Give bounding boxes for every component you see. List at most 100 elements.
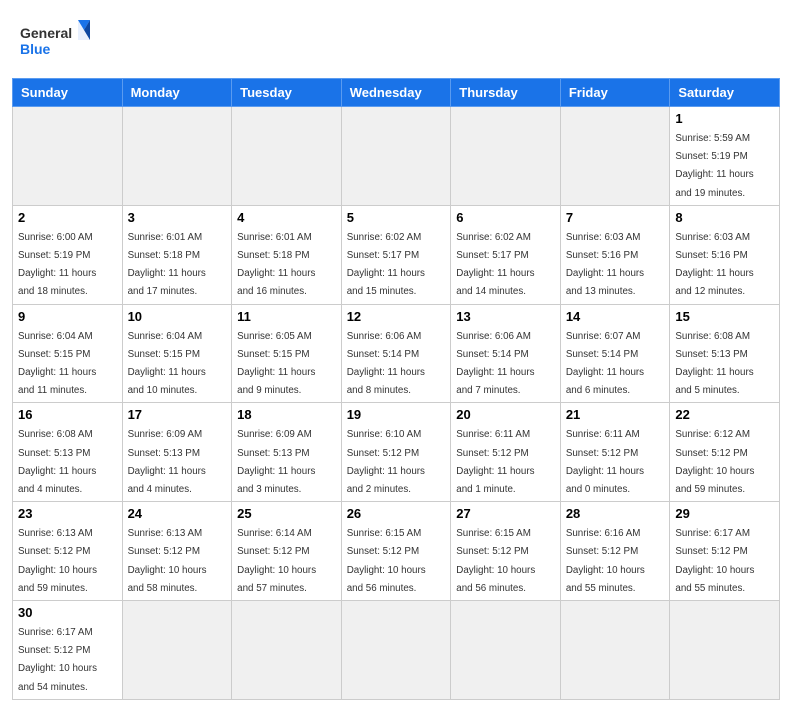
day-info: Sunrise: 6:13 AM Sunset: 5:12 PM Dayligh…: [128, 528, 207, 594]
weekday-header-monday: Monday: [122, 79, 232, 107]
day-number: 14: [566, 309, 665, 324]
day-cell: 16Sunrise: 6:08 AM Sunset: 5:13 PM Dayli…: [13, 403, 123, 502]
calendar-table: SundayMondayTuesdayWednesdayThursdayFrid…: [12, 78, 780, 700]
day-number: 10: [128, 309, 227, 324]
day-cell: 13 Sunrise: 6:06 AM Sunset: 5:14 PM Dayli…: [451, 304, 561, 403]
day-info: Sunrise: 5:59 AM Sunset: 5:19 PM Dayligh…: [675, 133, 753, 199]
week-row-3: 16Sunrise: 6:08 AM Sunset: 5:13 PM Dayli…: [13, 403, 780, 502]
day-number: 22: [675, 407, 774, 422]
day-number: 3: [128, 210, 227, 225]
day-cell: [122, 601, 232, 700]
week-row-2: 9 Sunrise: 6:04 AM Sunset: 5:15 PM Daylig…: [13, 304, 780, 403]
day-number: 9: [18, 309, 117, 324]
day-number: 7: [566, 210, 665, 225]
day-number: 21: [566, 407, 665, 422]
day-info: Sunrise: 6:08 AM Sunset: 5:13 PM Dayligh…: [675, 331, 753, 397]
day-info: Sunrise: 6:09 AM Sunset: 5:13 PM Dayligh…: [237, 429, 315, 495]
day-number: 5: [347, 210, 446, 225]
day-cell: 5 Sunrise: 6:02 AM Sunset: 5:17 PM Daylig…: [341, 205, 451, 304]
day-cell: 10Sunrise: 6:04 AM Sunset: 5:15 PM Dayli…: [122, 304, 232, 403]
day-cell: [232, 107, 342, 206]
logo-svg: General Blue: [20, 18, 90, 68]
day-number: 2: [18, 210, 117, 225]
day-cell: [341, 601, 451, 700]
day-number: 30: [18, 605, 117, 620]
day-cell: 23Sunrise: 6:13 AM Sunset: 5:12 PM Dayli…: [13, 502, 123, 601]
day-cell: 25 Sunrise: 6:14 AM Sunset: 5:12 PM Dayli…: [232, 502, 342, 601]
day-number: 6: [456, 210, 555, 225]
day-number: 1: [675, 111, 774, 126]
day-cell: 21 Sunrise: 6:11 AM Sunset: 5:12 PM Dayli…: [560, 403, 670, 502]
day-number: 8: [675, 210, 774, 225]
day-info: Sunrise: 6:03 AM Sunset: 5:16 PM Dayligh…: [566, 232, 644, 298]
day-cell: [341, 107, 451, 206]
day-cell: 15Sunrise: 6:08 AM Sunset: 5:13 PM Dayli…: [670, 304, 780, 403]
day-info: Sunrise: 6:04 AM Sunset: 5:15 PM Dayligh…: [18, 331, 96, 397]
day-info: Sunrise: 6:17 AM Sunset: 5:12 PM Dayligh…: [18, 627, 97, 693]
day-cell: 27Sunrise: 6:15 AM Sunset: 5:12 PM Dayli…: [451, 502, 561, 601]
day-cell: 19Sunrise: 6:10 AM Sunset: 5:12 PM Dayli…: [341, 403, 451, 502]
day-info: Sunrise: 6:01 AM Sunset: 5:18 PM Dayligh…: [128, 232, 206, 298]
calendar-wrapper: SundayMondayTuesdayWednesdayThursdayFrid…: [0, 78, 792, 712]
day-cell: 2 Sunrise: 6:00 AM Sunset: 5:19 PM Daylig…: [13, 205, 123, 304]
day-cell: [232, 601, 342, 700]
day-cell: 18 Sunrise: 6:09 AM Sunset: 5:13 PM Dayli…: [232, 403, 342, 502]
page: General Blue SundayMondayTuesdayWednesda…: [0, 0, 792, 712]
day-cell: 28Sunrise: 6:16 AM Sunset: 5:12 PM Dayli…: [560, 502, 670, 601]
weekday-header-tuesday: Tuesday: [232, 79, 342, 107]
day-cell: 11Sunrise: 6:05 AM Sunset: 5:15 PM Dayli…: [232, 304, 342, 403]
day-number: 23: [18, 506, 117, 521]
day-info: Sunrise: 6:00 AM Sunset: 5:19 PM Dayligh…: [18, 232, 96, 298]
svg-text:General: General: [20, 25, 72, 41]
day-number: 13: [456, 309, 555, 324]
day-number: 19: [347, 407, 446, 422]
weekday-header-row: SundayMondayTuesdayWednesdayThursdayFrid…: [13, 79, 780, 107]
day-cell: 24 Sunrise: 6:13 AM Sunset: 5:12 PM Dayli…: [122, 502, 232, 601]
day-info: Sunrise: 6:02 AM Sunset: 5:17 PM Dayligh…: [456, 232, 534, 298]
day-number: 18: [237, 407, 336, 422]
day-cell: 14 Sunrise: 6:07 AM Sunset: 5:14 PM Dayli…: [560, 304, 670, 403]
day-number: 28: [566, 506, 665, 521]
day-info: Sunrise: 6:11 AM Sunset: 5:12 PM Dayligh…: [566, 429, 644, 495]
day-info: Sunrise: 6:06 AM Sunset: 5:14 PM Dayligh…: [456, 331, 534, 397]
day-info: Sunrise: 6:05 AM Sunset: 5:15 PM Dayligh…: [237, 331, 315, 397]
day-info: Sunrise: 6:17 AM Sunset: 5:12 PM Dayligh…: [675, 528, 754, 594]
weekday-header-friday: Friday: [560, 79, 670, 107]
day-number: 20: [456, 407, 555, 422]
day-cell: 7 Sunrise: 6:03 AM Sunset: 5:16 PM Daylig…: [560, 205, 670, 304]
day-info: Sunrise: 6:11 AM Sunset: 5:12 PM Dayligh…: [456, 429, 534, 495]
header: General Blue: [0, 0, 792, 78]
day-cell: 29Sunrise: 6:17 AM Sunset: 5:12 PM Dayli…: [670, 502, 780, 601]
weekday-header-saturday: Saturday: [670, 79, 780, 107]
day-cell: 30 Sunrise: 6:17 AM Sunset: 5:12 PM Dayli…: [13, 601, 123, 700]
day-number: 24: [128, 506, 227, 521]
day-cell: [670, 601, 780, 700]
weekday-header-wednesday: Wednesday: [341, 79, 451, 107]
day-info: Sunrise: 6:03 AM Sunset: 5:16 PM Dayligh…: [675, 232, 753, 298]
day-info: Sunrise: 6:12 AM Sunset: 5:12 PM Dayligh…: [675, 429, 754, 495]
weekday-header-sunday: Sunday: [13, 79, 123, 107]
day-cell: 9 Sunrise: 6:04 AM Sunset: 5:15 PM Daylig…: [13, 304, 123, 403]
day-info: Sunrise: 6:09 AM Sunset: 5:13 PM Dayligh…: [128, 429, 206, 495]
week-row-1: 2 Sunrise: 6:00 AM Sunset: 5:19 PM Daylig…: [13, 205, 780, 304]
day-cell: 8 Sunrise: 6:03 AM Sunset: 5:16 PM Daylig…: [670, 205, 780, 304]
day-info: Sunrise: 6:01 AM Sunset: 5:18 PM Dayligh…: [237, 232, 315, 298]
day-cell: 1 Sunrise: 5:59 AM Sunset: 5:19 PM Daylig…: [670, 107, 780, 206]
day-cell: 4Sunrise: 6:01 AM Sunset: 5:18 PM Daylig…: [232, 205, 342, 304]
day-cell: 17 Sunrise: 6:09 AM Sunset: 5:13 PM Dayli…: [122, 403, 232, 502]
day-info: Sunrise: 6:07 AM Sunset: 5:14 PM Dayligh…: [566, 331, 644, 397]
week-row-5: 30 Sunrise: 6:17 AM Sunset: 5:12 PM Dayli…: [13, 601, 780, 700]
day-number: 25: [237, 506, 336, 521]
day-cell: [560, 107, 670, 206]
day-info: Sunrise: 6:14 AM Sunset: 5:12 PM Dayligh…: [237, 528, 316, 594]
day-number: 17: [128, 407, 227, 422]
day-number: 12: [347, 309, 446, 324]
logo: General Blue: [20, 18, 100, 68]
weekday-header-thursday: Thursday: [451, 79, 561, 107]
day-cell: 20 Sunrise: 6:11 AM Sunset: 5:12 PM Dayli…: [451, 403, 561, 502]
day-info: Sunrise: 6:08 AM Sunset: 5:13 PM Dayligh…: [18, 429, 96, 495]
day-number: 26: [347, 506, 446, 521]
day-info: Sunrise: 6:06 AM Sunset: 5:14 PM Dayligh…: [347, 331, 425, 397]
day-info: Sunrise: 6:02 AM Sunset: 5:17 PM Dayligh…: [347, 232, 425, 298]
svg-text:Blue: Blue: [20, 41, 51, 57]
